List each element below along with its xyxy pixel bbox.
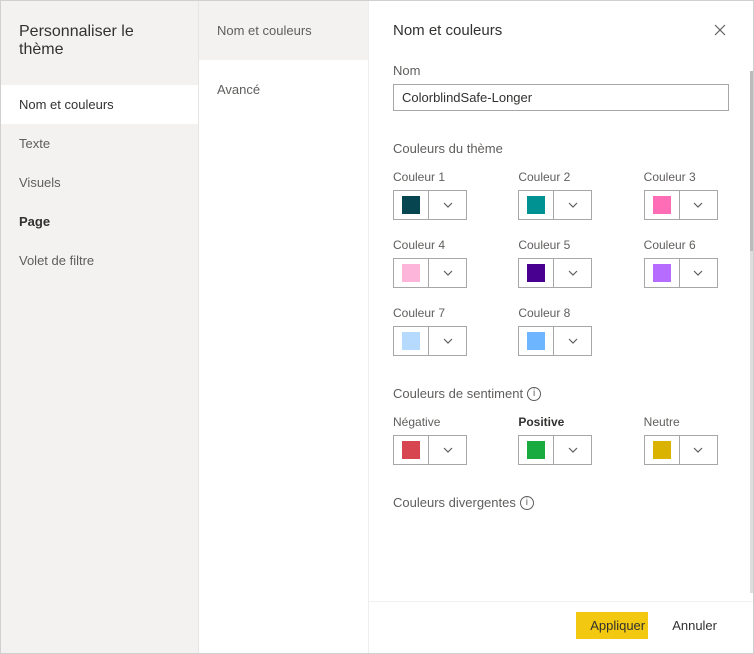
color-swatch <box>527 264 545 282</box>
chevron-down-icon <box>443 268 453 278</box>
sidebar-item-2[interactable]: Visuels <box>1 163 198 202</box>
theme-color-picker-1[interactable] <box>518 190 592 220</box>
main-scroll-area[interactable]: Nom Couleurs du thème Couleur 1 Couleur 2… <box>369 49 753 601</box>
color-swatch <box>653 264 671 282</box>
sidebar-item-3[interactable]: Page <box>1 202 198 241</box>
color-swatch <box>527 332 545 350</box>
chevron-down-icon <box>693 200 703 210</box>
theme-color-cell-5: Couleur 6 <box>644 238 729 288</box>
color-swatch <box>653 441 671 459</box>
theme-color-picker-0[interactable] <box>393 190 467 220</box>
color-swatch <box>527 196 545 214</box>
theme-color-cell-6: Couleur 7 <box>393 306 478 356</box>
theme-color-picker-6[interactable] <box>393 326 467 356</box>
theme-color-label-0: Couleur 1 <box>393 170 478 184</box>
main-panel: Nom et couleurs Nom Couleurs du thème Co… <box>369 1 753 653</box>
sentiment-color-label-1: Positive <box>518 415 603 429</box>
color-swatch <box>653 196 671 214</box>
sidebar-subcategories: Nom et couleursAvancé <box>199 1 369 653</box>
chevron-down-icon <box>693 268 703 278</box>
name-input[interactable] <box>393 84 729 111</box>
color-swatch <box>527 441 545 459</box>
chevron-down-icon <box>443 200 453 210</box>
cancel-button[interactable]: Annuler <box>658 612 731 639</box>
dialog-footer: Appliquer Annuler <box>369 601 753 653</box>
dropdown-toggle[interactable] <box>428 259 466 287</box>
sidebar-subitem-1[interactable]: Avancé <box>199 60 368 119</box>
info-icon[interactable]: i <box>527 387 541 401</box>
dropdown-toggle[interactable] <box>428 191 466 219</box>
theme-colors-label: Couleurs du thème <box>393 141 729 156</box>
sentiment-color-picker-0[interactable] <box>393 435 467 465</box>
theme-color-cell-3: Couleur 4 <box>393 238 478 288</box>
chevron-down-icon <box>443 336 453 346</box>
dropdown-toggle[interactable] <box>553 436 591 464</box>
dropdown-toggle[interactable] <box>428 327 466 355</box>
divergent-colors-label: Couleurs divergentes i <box>393 495 729 510</box>
theme-color-picker-2[interactable] <box>644 190 718 220</box>
sentiment-color-cell-2: Neutre <box>644 415 729 465</box>
theme-color-label-7: Couleur 8 <box>518 306 603 320</box>
chevron-down-icon <box>443 445 453 455</box>
sentiment-color-grid: Négative Positive Neutre <box>393 415 729 465</box>
color-swatch <box>402 441 420 459</box>
scrollbar-track[interactable] <box>750 71 753 593</box>
sidebar-categories: Personnaliser le thème Nom et couleursTe… <box>1 1 199 653</box>
dropdown-toggle[interactable] <box>428 436 466 464</box>
theme-color-cell-1: Couleur 2 <box>518 170 603 220</box>
theme-color-cell-0: Couleur 1 <box>393 170 478 220</box>
theme-color-label-4: Couleur 5 <box>518 238 603 252</box>
dropdown-toggle[interactable] <box>679 191 717 219</box>
color-swatch <box>402 264 420 282</box>
theme-color-label-3: Couleur 4 <box>393 238 478 252</box>
theme-color-label-6: Couleur 7 <box>393 306 478 320</box>
theme-customize-dialog: Personnaliser le thème Nom et couleursTe… <box>0 0 754 654</box>
scrollbar-thumb[interactable] <box>750 71 753 251</box>
sentiment-color-cell-0: Négative <box>393 415 478 465</box>
main-header: Nom et couleurs <box>369 1 753 49</box>
theme-color-cell-7: Couleur 8 <box>518 306 603 356</box>
sentiment-color-cell-1: Positive <box>518 415 603 465</box>
sidebar-item-0[interactable]: Nom et couleurs <box>1 85 198 124</box>
sentiment-color-picker-2[interactable] <box>644 435 718 465</box>
dropdown-toggle[interactable] <box>553 259 591 287</box>
close-button[interactable] <box>711 21 729 39</box>
theme-color-picker-5[interactable] <box>644 258 718 288</box>
theme-color-cell-4: Couleur 5 <box>518 238 603 288</box>
dropdown-toggle[interactable] <box>679 259 717 287</box>
sentiment-color-picker-1[interactable] <box>518 435 592 465</box>
sentiment-color-label-2: Neutre <box>644 415 729 429</box>
sidebar-item-1[interactable]: Texte <box>1 124 198 163</box>
theme-color-cell-2: Couleur 3 <box>644 170 729 220</box>
sidebar-item-4[interactable]: Volet de filtre <box>1 241 198 280</box>
theme-color-picker-4[interactable] <box>518 258 592 288</box>
close-icon <box>714 24 726 36</box>
color-swatch <box>402 332 420 350</box>
chevron-down-icon <box>568 336 578 346</box>
name-label: Nom <box>393 63 729 78</box>
sidebar-subitem-0[interactable]: Nom et couleurs <box>199 1 368 60</box>
theme-color-label-2: Couleur 3 <box>644 170 729 184</box>
theme-color-picker-7[interactable] <box>518 326 592 356</box>
info-icon[interactable]: i <box>520 496 534 510</box>
dropdown-toggle[interactable] <box>679 436 717 464</box>
dialog-title: Personnaliser le thème <box>1 1 198 85</box>
chevron-down-icon <box>568 200 578 210</box>
dropdown-toggle[interactable] <box>553 191 591 219</box>
sentiment-colors-label: Couleurs de sentiment i <box>393 386 729 401</box>
chevron-down-icon <box>693 445 703 455</box>
theme-color-label-1: Couleur 2 <box>518 170 603 184</box>
sentiment-color-label-0: Négative <box>393 415 478 429</box>
dropdown-toggle[interactable] <box>553 327 591 355</box>
apply-button[interactable]: Appliquer <box>576 612 648 639</box>
panel-title: Nom et couleurs <box>393 22 502 39</box>
chevron-down-icon <box>568 445 578 455</box>
theme-color-picker-3[interactable] <box>393 258 467 288</box>
theme-color-label-5: Couleur 6 <box>644 238 729 252</box>
theme-color-grid: Couleur 1 Couleur 2 Couleur 3 Couleur 4 Coul… <box>393 170 729 356</box>
color-swatch <box>402 196 420 214</box>
chevron-down-icon <box>568 268 578 278</box>
